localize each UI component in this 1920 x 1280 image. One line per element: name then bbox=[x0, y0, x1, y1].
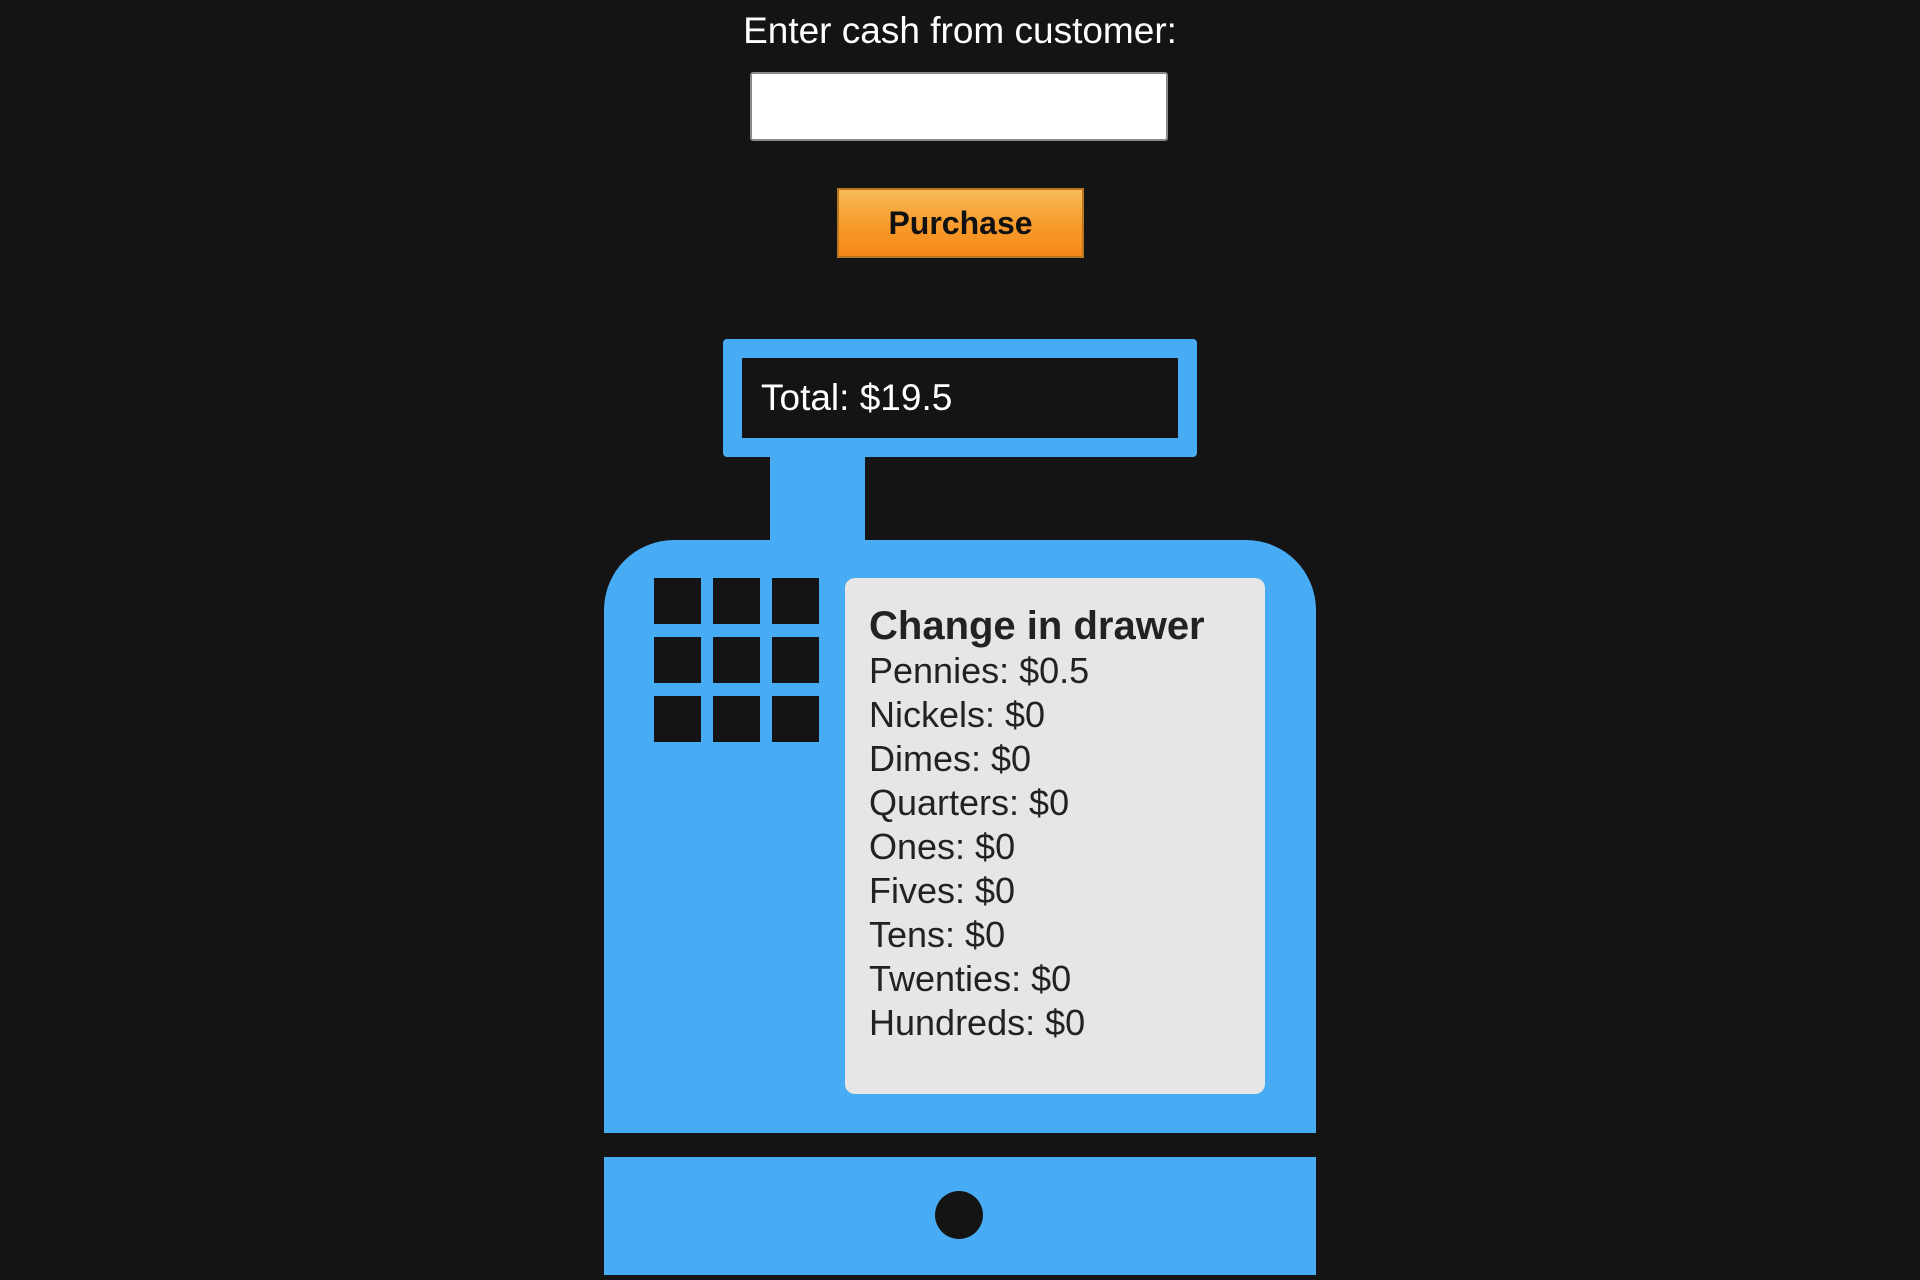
drawer-item-hundreds: Hundreds: $0 bbox=[869, 1002, 1086, 1043]
keypad-key bbox=[713, 696, 760, 742]
change-in-drawer-panel: Change in drawer Pennies: $0.5 Nickels: … bbox=[845, 578, 1265, 1094]
total-price-display: Total: $19.5 bbox=[761, 377, 953, 418]
drawer-item-dimes: Dimes: $0 bbox=[869, 738, 1032, 779]
drawer-knob-icon bbox=[935, 1191, 983, 1239]
drawer-item-quarters: Quarters: $0 bbox=[869, 782, 1070, 823]
keypad-key bbox=[654, 637, 701, 683]
drawer-denomination-list: Pennies: $0.5 Nickels: $0 Dimes: $0 Quar… bbox=[869, 649, 1241, 1045]
purchase-button[interactable]: Purchase bbox=[837, 188, 1084, 258]
cash-register-app: Enter cash from customer: Purchase Total… bbox=[0, 0, 1920, 1280]
cash-input[interactable] bbox=[750, 72, 1168, 141]
keypad-key bbox=[772, 696, 819, 742]
drawer-item-twenties: Twenties: $0 bbox=[869, 958, 1072, 999]
keypad-icon bbox=[654, 578, 820, 744]
register-display: Total: $19.5 bbox=[723, 339, 1197, 457]
drawer-item-nickels: Nickels: $0 bbox=[869, 694, 1046, 735]
keypad-key bbox=[772, 637, 819, 683]
keypad-key bbox=[713, 637, 760, 683]
keypad-key bbox=[772, 578, 819, 624]
cash-input-label: Enter cash from customer: bbox=[743, 10, 1177, 51]
register-drawer bbox=[604, 1157, 1316, 1275]
change-in-drawer-title: Change in drawer bbox=[869, 604, 1205, 648]
keypad-key bbox=[713, 578, 760, 624]
register-body: Change in drawer Pennies: $0.5 Nickels: … bbox=[604, 540, 1316, 1133]
keypad-key bbox=[654, 578, 701, 624]
display-stem bbox=[770, 456, 865, 542]
drawer-item-fives: Fives: $0 bbox=[869, 870, 1016, 911]
drawer-item-ones: Ones: $0 bbox=[869, 826, 1016, 867]
keypad-key bbox=[654, 696, 701, 742]
drawer-item-pennies: Pennies: $0.5 bbox=[869, 650, 1090, 691]
drawer-item-tens: Tens: $0 bbox=[869, 914, 1006, 955]
